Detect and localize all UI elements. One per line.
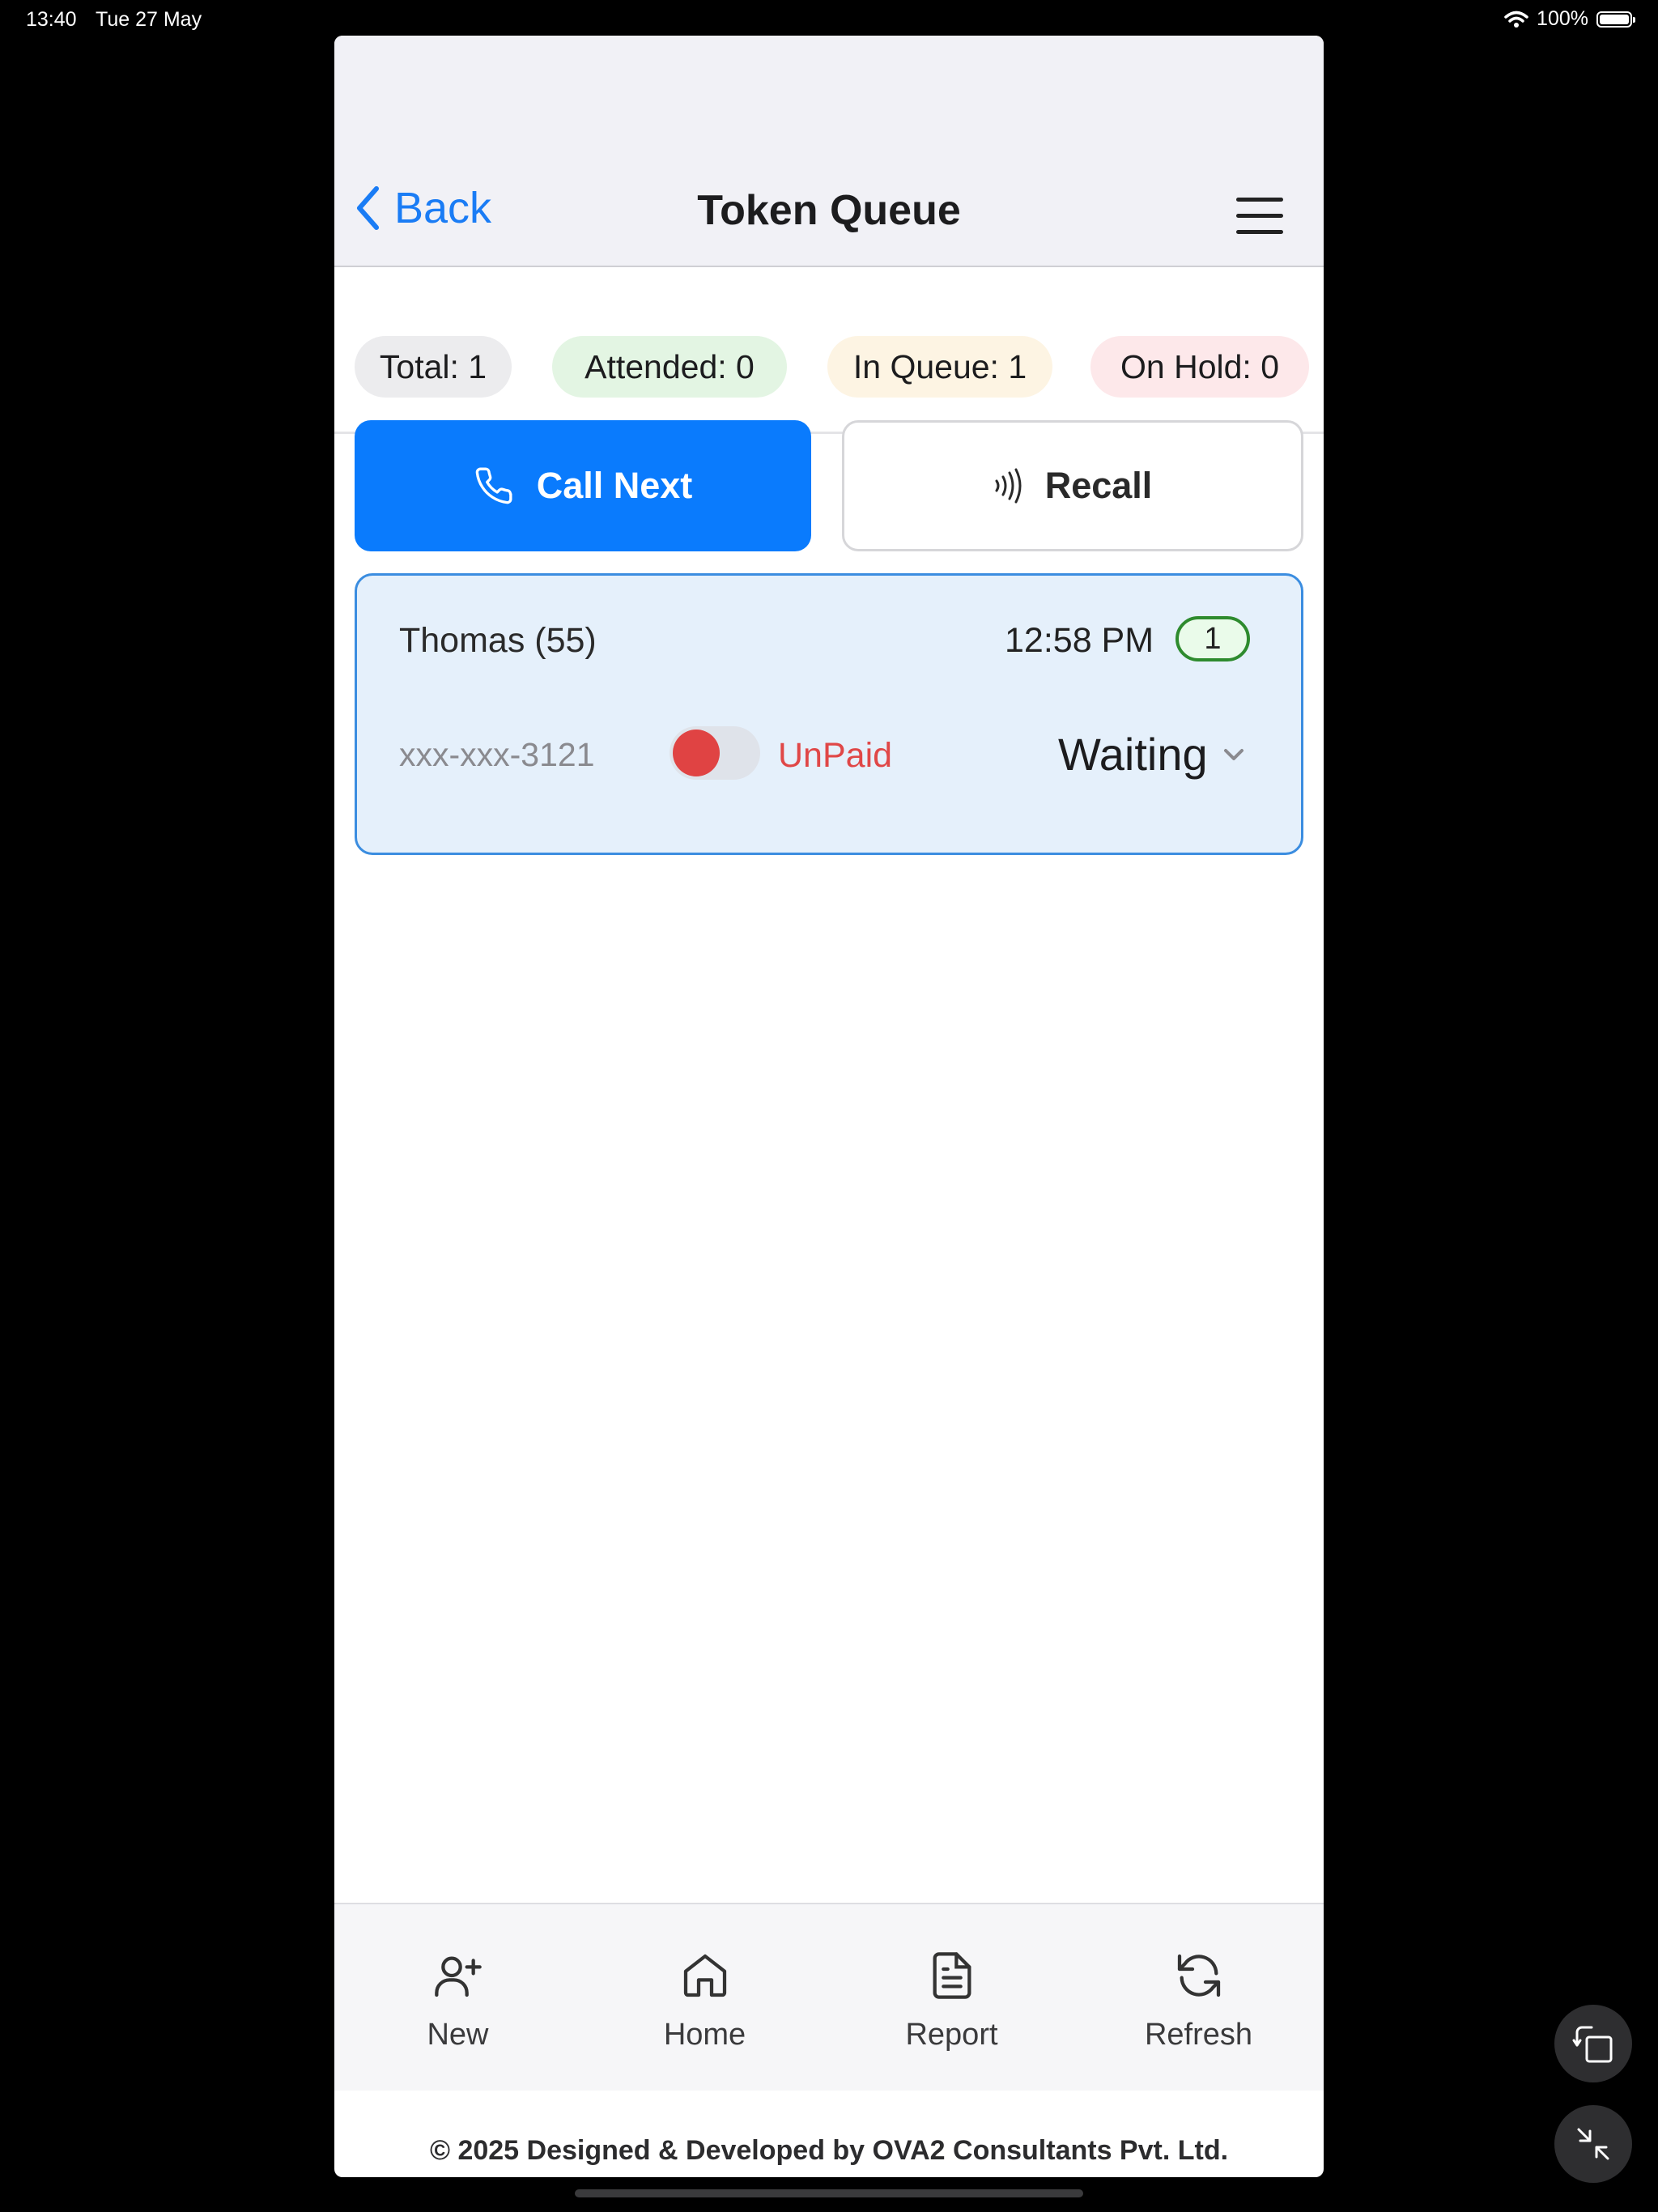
wifi-icon bbox=[1504, 11, 1528, 28]
refresh-icon bbox=[1177, 1954, 1220, 1997]
tab-new-label: New bbox=[427, 2018, 489, 2052]
page-title: Token Queue bbox=[697, 187, 961, 234]
report-icon bbox=[933, 1952, 971, 1999]
footer-copyright: © 2025 Designed & Developed by OVA2 Cons… bbox=[429, 2135, 1229, 2166]
user-plus-icon bbox=[434, 1956, 482, 1997]
hamburger-menu-icon[interactable] bbox=[1236, 198, 1283, 235]
stat-in-queue: In Queue: 1 bbox=[827, 336, 1052, 398]
stat-total: Total: 1 bbox=[355, 336, 512, 398]
recall-label: Recall bbox=[1044, 465, 1153, 506]
rotate-icon bbox=[1572, 2026, 1613, 2063]
app-window: Back Token Queue Total: 1 Attended: 0 In… bbox=[334, 36, 1324, 2177]
battery-icon bbox=[1596, 11, 1635, 28]
tab-new[interactable]: New bbox=[334, 1904, 581, 2092]
tab-home-label: Home bbox=[663, 2018, 746, 2052]
tab-report-label: Report bbox=[905, 2018, 998, 2052]
status-time: 13:40 bbox=[26, 8, 77, 31]
call-next-label: Call Next bbox=[536, 465, 693, 506]
minimize-button[interactable] bbox=[1554, 2105, 1632, 2183]
tab-refresh[interactable]: Refresh bbox=[1075, 1904, 1322, 2092]
status-date: Tue 27 May bbox=[96, 8, 202, 31]
token-badge: 1 bbox=[1175, 616, 1250, 661]
collapse-arrows-icon bbox=[1577, 2128, 1609, 2160]
arrival-time: 12:58 PM bbox=[1005, 621, 1154, 660]
home-icon bbox=[683, 1954, 726, 1997]
stat-attended: Attended: 0 bbox=[552, 336, 787, 398]
call-next-button[interactable]: Call Next bbox=[355, 420, 811, 551]
status-right: 100% bbox=[1504, 7, 1635, 31]
nav-header: Back Token Queue bbox=[334, 36, 1324, 267]
recall-button[interactable]: Recall bbox=[842, 420, 1303, 551]
payment-toggle[interactable] bbox=[670, 726, 760, 780]
home-indicator bbox=[575, 2189, 1083, 2197]
status-label: Waiting bbox=[1058, 729, 1208, 780]
rotate-screen-button[interactable] bbox=[1554, 2005, 1632, 2082]
patient-name: Thomas (55) bbox=[399, 621, 597, 660]
battery-percent: 100% bbox=[1537, 7, 1588, 30]
payment-status: UnPaid bbox=[778, 736, 893, 775]
bottom-tab-bar: New Home Report Refresh bbox=[334, 1903, 1324, 2091]
tab-home[interactable]: Home bbox=[581, 1904, 828, 2092]
chevron-down-icon bbox=[1223, 748, 1244, 760]
stat-on-hold: On Hold: 0 bbox=[1090, 336, 1309, 398]
queue-stats: Total: 1 Attended: 0 In Queue: 1 On Hold… bbox=[334, 267, 1324, 434]
phone-icon bbox=[475, 467, 512, 504]
signal-waves-icon bbox=[995, 468, 1022, 504]
tab-refresh-label: Refresh bbox=[1144, 2018, 1253, 2052]
queue-card[interactable]: Thomas (55) 12:58 PM 1 xxx-xxx-3121 UnPa… bbox=[355, 573, 1303, 855]
phone-number: xxx-xxx-3121 bbox=[399, 736, 595, 773]
tab-report[interactable]: Report bbox=[828, 1904, 1075, 2092]
status-bar: 13:40 Tue 27 May 100% bbox=[0, 0, 1658, 39]
status-dropdown[interactable]: Waiting bbox=[1058, 728, 1245, 781]
